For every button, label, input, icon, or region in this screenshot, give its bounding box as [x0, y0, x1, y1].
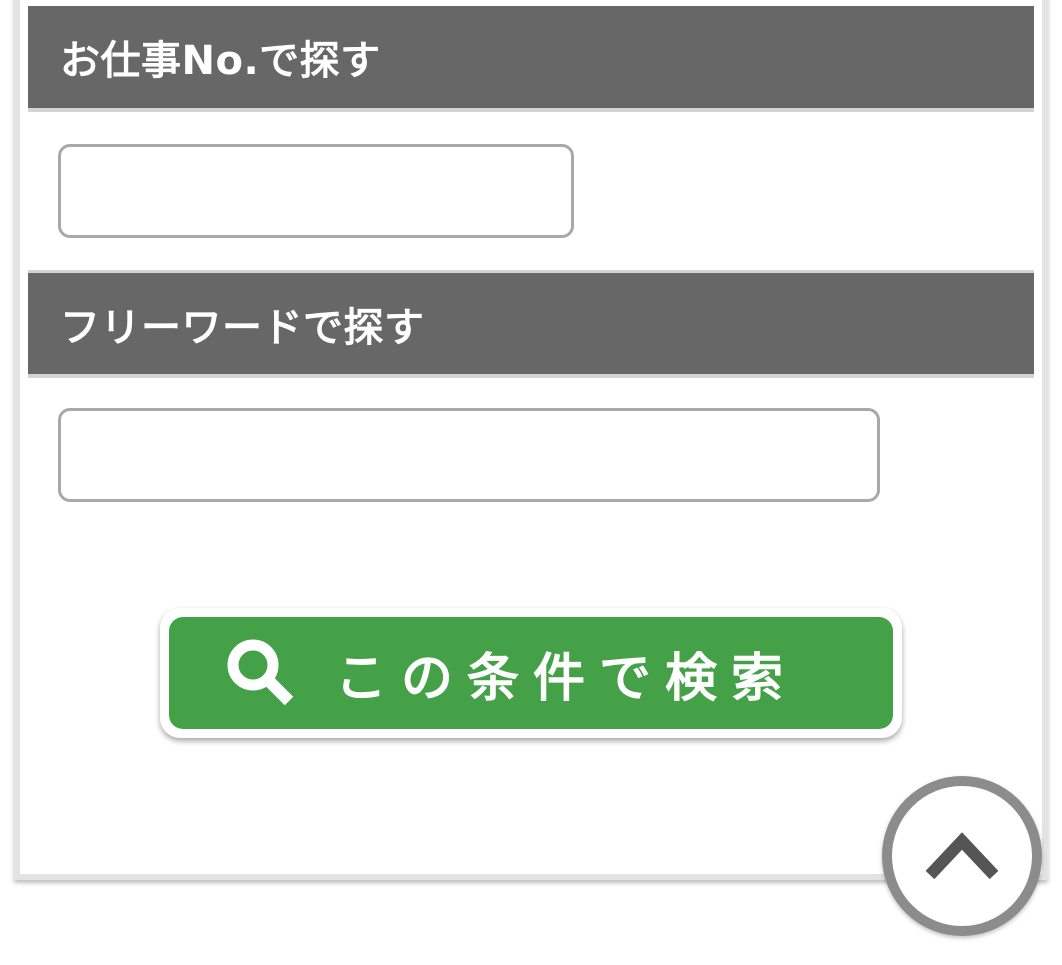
free-word-input[interactable]: [58, 408, 880, 502]
search-button-label: この条件で検索: [335, 648, 798, 709]
job-number-section-header: お仕事No.で探す: [28, 6, 1034, 112]
search-icon: [227, 639, 294, 706]
free-word-section-header: フリーワードで探す: [28, 270, 1034, 378]
job-number-input[interactable]: [58, 144, 574, 238]
search-button-face[interactable]: この条件で検索: [169, 617, 893, 729]
chevron-up-icon: [925, 832, 999, 880]
free-word-heading: フリーワードで探す: [60, 304, 425, 351]
job-number-heading: お仕事No.で探す: [60, 38, 381, 84]
scroll-to-top-button[interactable]: [882, 776, 1042, 936]
search-button[interactable]: この条件で検索: [160, 608, 902, 738]
